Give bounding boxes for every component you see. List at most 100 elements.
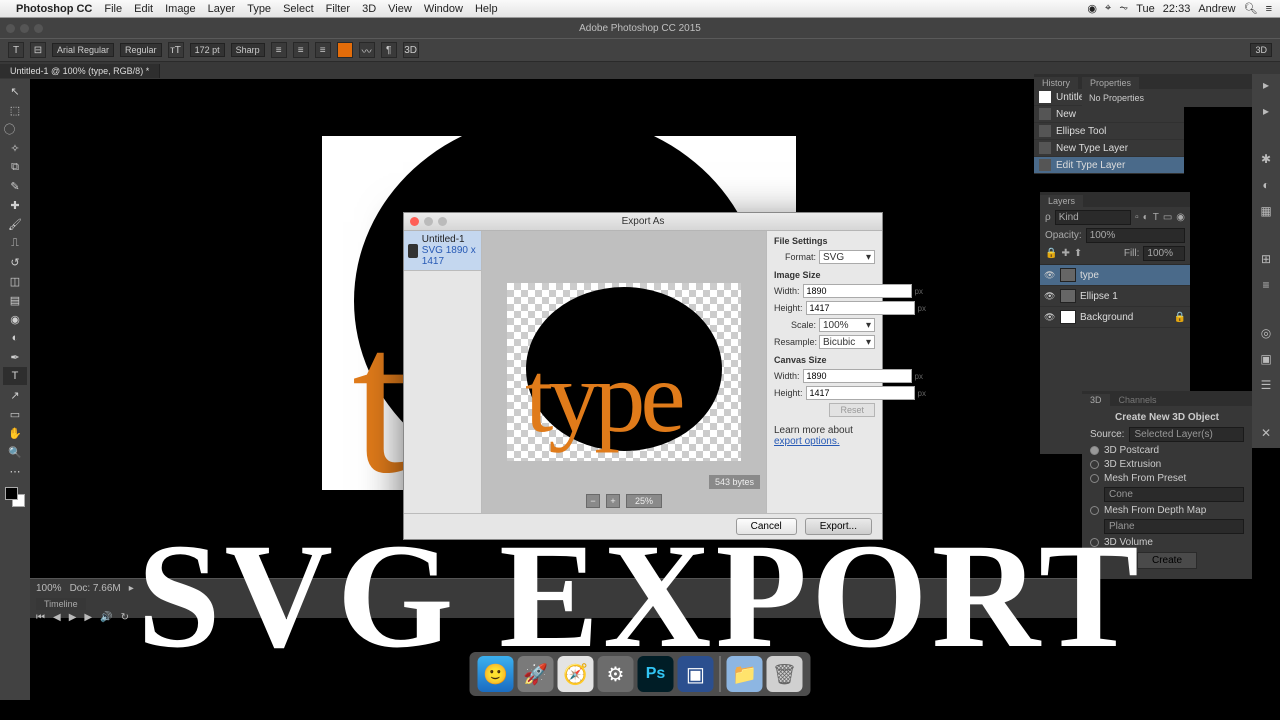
stamp-tool-icon[interactable]: ⎍ <box>3 234 27 252</box>
export-options-link[interactable]: export options. <box>774 436 840 447</box>
app-menu[interactable]: Photoshop CC <box>16 3 92 15</box>
mesh-preset-select[interactable]: Cone <box>1104 487 1244 502</box>
document-tab[interactable]: Untitled-1 @ 100% (type, RGB/8) * <box>0 64 160 78</box>
dock-launchpad-icon[interactable]: 🚀 <box>518 656 554 692</box>
history-brush-icon[interactable]: ↺ <box>3 253 27 271</box>
zoom-in-icon[interactable]: + <box>606 494 620 508</box>
dock-icon[interactable]: ◎ <box>1257 326 1275 344</box>
tab-timeline[interactable]: Timeline <box>36 598 86 610</box>
font-weight-select[interactable]: Regular <box>120 43 162 57</box>
brush-tool-icon[interactable]: 🖌 <box>3 215 27 233</box>
hand-tool-icon[interactable]: ✋ <box>3 424 27 442</box>
history-step[interactable]: New <box>1034 106 1184 123</box>
fill-input[interactable]: 100% <box>1143 246 1185 261</box>
dock-screenflow-icon[interactable]: ▣ <box>678 656 714 692</box>
menu-layer[interactable]: Layer <box>208 3 236 15</box>
radio-postcard[interactable] <box>1090 446 1099 455</box>
status-wifi-icon[interactable]: ⏦ <box>1119 2 1128 15</box>
type-tool-icon[interactable]: T <box>3 367 27 385</box>
history-step[interactable]: New Type Layer <box>1034 140 1184 157</box>
dialog-titlebar[interactable]: Export As <box>404 213 882 231</box>
character-panel-icon[interactable]: ¶ <box>381 42 397 58</box>
crop-tool-icon[interactable]: ⧉ <box>3 158 27 176</box>
status-user[interactable]: Andrew <box>1198 3 1235 15</box>
menu-type[interactable]: Type <box>247 3 271 15</box>
antialias-select[interactable]: Sharp <box>231 43 265 57</box>
next-frame-icon[interactable]: ▶ <box>84 612 92 623</box>
blur-tool-icon[interactable]: ◉ <box>3 310 27 328</box>
dock-photoshop-icon[interactable]: Ps <box>638 656 674 692</box>
marquee-tool-icon[interactable]: ⬚ <box>3 101 27 119</box>
lasso-tool-icon[interactable]: ⃝ <box>3 120 27 138</box>
dock-icon[interactable]: ✱ <box>1257 152 1275 170</box>
prev-frame-icon[interactable]: ◀ <box>53 612 61 623</box>
status-dropbox-icon[interactable]: ⌖ <box>1105 2 1111 15</box>
radio-extrusion[interactable] <box>1090 460 1099 469</box>
zoom-level[interactable]: 25% <box>626 494 662 508</box>
layer-kind-filter[interactable]: Kind <box>1055 210 1131 225</box>
dock-icon[interactable]: ✕ <box>1257 426 1275 444</box>
export-asset-item[interactable]: Untitled-1SVG 1890 x 1417 <box>404 231 481 271</box>
spotlight-icon[interactable]: 🔍︎ <box>1244 2 1258 15</box>
dock-settings-icon[interactable]: ⚙ <box>598 656 634 692</box>
history-step[interactable]: Ellipse Tool <box>1034 123 1184 140</box>
dock-icon[interactable]: ▸ <box>1257 78 1275 96</box>
dock-icon[interactable]: ▸ <box>1257 104 1275 122</box>
image-width-input[interactable] <box>803 284 912 298</box>
menu-3d[interactable]: 3D <box>362 3 376 15</box>
menu-view[interactable]: View <box>388 3 412 15</box>
scale-select[interactable]: 100%▾ <box>819 318 875 332</box>
edit-toolbar-icon[interactable]: ⋯ <box>3 462 27 480</box>
gradient-tool-icon[interactable]: ▤ <box>3 291 27 309</box>
radio-volume[interactable] <box>1090 538 1099 547</box>
dock-trash-icon[interactable]: 🗑 <box>767 656 803 692</box>
radio-mesh-preset[interactable] <box>1090 474 1099 483</box>
image-height-input[interactable] <box>806 301 915 315</box>
menu-select[interactable]: Select <box>283 3 314 15</box>
menu-file[interactable]: File <box>104 3 122 15</box>
menu-icon[interactable]: ≡ <box>1266 3 1272 15</box>
play-icon[interactable]: ▶ <box>69 612 77 623</box>
create-3d-button[interactable]: Create <box>1137 552 1197 569</box>
zoom-tool-icon[interactable]: 🔍 <box>3 443 27 461</box>
opacity-input[interactable]: 100% <box>1086 228 1185 243</box>
path-select-icon[interactable]: ↗ <box>3 386 27 404</box>
font-size-select[interactable]: 172 pt <box>190 43 225 57</box>
eraser-tool-icon[interactable]: ◫ <box>3 272 27 290</box>
heal-tool-icon[interactable]: ✚ <box>3 196 27 214</box>
color-swatches[interactable] <box>5 487 25 507</box>
menu-filter[interactable]: Filter <box>326 3 350 15</box>
dock-icon[interactable]: ◐ <box>1257 178 1275 196</box>
goto-start-icon[interactable]: ⏮ <box>36 612 45 623</box>
align-left-icon[interactable]: ≡ <box>271 42 287 58</box>
status-cc-icon[interactable]: ◉ <box>1087 2 1097 15</box>
tab-history[interactable]: History <box>1034 77 1078 89</box>
resample-select[interactable]: Bicubic▾ <box>819 335 875 349</box>
dodge-tool-icon[interactable]: ◐ <box>3 329 27 347</box>
layer-row[interactable]: 👁Background🔒 <box>1040 307 1190 328</box>
tab-properties[interactable]: Properties <box>1082 77 1139 89</box>
canvas-height-input[interactable] <box>806 386 915 400</box>
menu-help[interactable]: Help <box>475 3 498 15</box>
warp-text-icon[interactable]: 〰 <box>359 42 375 58</box>
dock-icon[interactable]: ▣ <box>1257 352 1275 370</box>
move-tool-icon[interactable]: ↖ <box>3 82 27 100</box>
dock-safari-icon[interactable]: 🧭 <box>558 656 594 692</box>
audio-icon[interactable]: 🔊 <box>100 612 112 623</box>
text-color-swatch[interactable] <box>337 42 353 58</box>
tab-3d[interactable]: 3D <box>1082 394 1110 406</box>
depth-map-select[interactable]: Plane <box>1104 519 1244 534</box>
3d-source-select[interactable]: Selected Layer(s) <box>1129 427 1244 442</box>
font-family-select[interactable]: Arial Regular <box>52 43 114 57</box>
wand-tool-icon[interactable]: ✧ <box>3 139 27 157</box>
workspace-3d-select[interactable]: 3D <box>1250 43 1272 57</box>
pen-tool-icon[interactable]: ✒ <box>3 348 27 366</box>
align-right-icon[interactable]: ≡ <box>315 42 331 58</box>
3d-icon[interactable]: 3D <box>403 42 419 58</box>
menu-window[interactable]: Window <box>424 3 463 15</box>
radio-depth-map[interactable] <box>1090 506 1099 515</box>
tab-channels[interactable]: Channels <box>1111 394 1165 406</box>
export-button[interactable]: Export... <box>805 518 872 535</box>
menu-edit[interactable]: Edit <box>134 3 153 15</box>
dock-finder-icon[interactable]: 🙂 <box>478 656 514 692</box>
